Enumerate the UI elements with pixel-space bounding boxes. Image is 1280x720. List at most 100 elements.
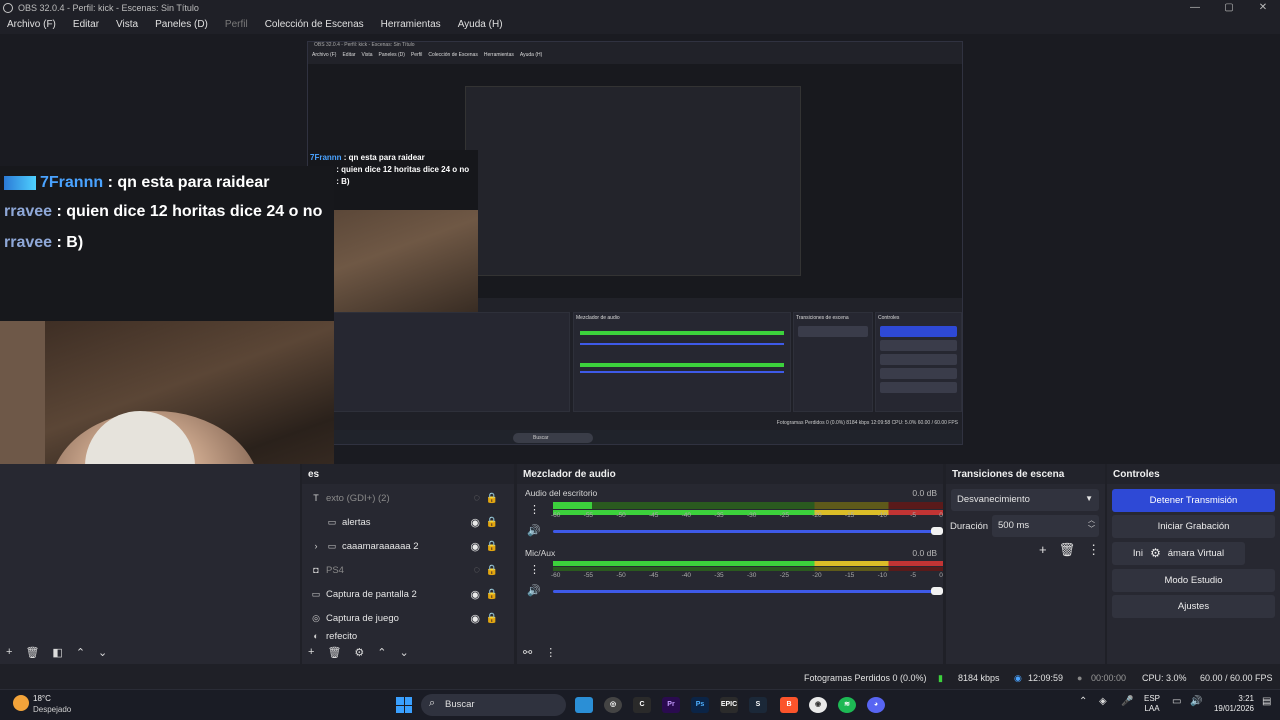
signal-icon: ▮ [938, 673, 943, 683]
settings-button[interactable]: Ajustes [1112, 595, 1275, 618]
spotify-icon[interactable]: ≋ [838, 697, 856, 713]
minimize-button[interactable]: — [1178, 0, 1212, 15]
source-item[interactable]: ▭ Captura de pantalla 2 ◉ 🔒 [310, 583, 510, 605]
lock-icon[interactable]: 🔒 [486, 613, 498, 624]
transition-selected: Desvanecimiento [957, 494, 1030, 505]
track-name: Mic/Aux [525, 548, 556, 558]
obs-icon[interactable]: ◎ [604, 697, 622, 713]
add-source-icon[interactable]: + [308, 646, 314, 658]
menu-edit[interactable]: Editar [73, 19, 99, 30]
nested-transitions-dock: Transiciones de escena [793, 312, 873, 412]
track-menu-icon[interactable]: ⋮ [529, 563, 540, 576]
volume-slider[interactable] [553, 527, 943, 535]
remove-transition-icon[interactable]: 🗑 [1059, 542, 1076, 558]
menu-docks[interactable]: Paneles (D) [155, 19, 208, 30]
visibility-icon[interactable]: ◉ [470, 588, 480, 601]
virtual-camera-settings-gear-icon[interactable]: ⚙ [1143, 542, 1168, 565]
volume-slider[interactable] [553, 587, 943, 595]
clock[interactable]: 3:21 19/01/2026 [1210, 694, 1254, 714]
nested-preview-capture: OBS 32.0.4 - Perfil: kick - Escenas: Sin… [307, 41, 963, 445]
epic-games-icon[interactable]: EPIC [720, 697, 738, 713]
visibility-off-icon[interactable]: ◌ [473, 492, 480, 504]
virtual-camera-button[interactable]: Iniciar Cámara Virtual [1112, 542, 1245, 565]
menu-tools[interactable]: Herramientas [381, 19, 441, 30]
menu-profile[interactable]: Perfil [225, 19, 248, 30]
visibility-off-icon[interactable]: ◌ [473, 564, 480, 576]
menu-view[interactable]: Vista [116, 19, 138, 30]
transition-tools: + 🗑 ⋮ [1039, 542, 1100, 558]
add-scene-icon[interactable]: + [6, 646, 12, 658]
move-down-icon[interactable]: ⌄ [98, 646, 107, 659]
record-time: 00:00:00 [1091, 673, 1127, 683]
spin-buttons-icon[interactable]: ︿ ﹀ [1088, 516, 1095, 534]
start-recording-button[interactable]: Iniciar Grabación [1112, 515, 1275, 538]
maximize-button[interactable]: ▢ [1212, 0, 1246, 15]
track-menu-icon[interactable]: ⋮ [529, 503, 540, 516]
expand-icon[interactable]: › [310, 541, 322, 551]
photoshop-icon[interactable]: Ps [691, 697, 709, 713]
weather-icon[interactable] [13, 695, 29, 711]
nested-menu-item: Ayuda (H) [519, 52, 543, 58]
source-item[interactable]: ▭ alertas ◉ 🔒 [310, 511, 510, 533]
remove-scene-icon[interactable]: 🗑 [25, 646, 39, 659]
source-label: Captura de juego [326, 612, 399, 624]
add-transition-icon[interactable]: + [1039, 542, 1047, 558]
menu-file[interactable]: Archivo (F) [7, 19, 56, 30]
transition-menu-icon[interactable]: ⋮ [1087, 542, 1100, 558]
nested-menu-item: Paneles (D) [378, 52, 405, 58]
lock-icon[interactable]: 🔒 [486, 493, 498, 504]
volume-slider-handle[interactable] [931, 587, 943, 595]
visibility-icon[interactable]: ◉ [470, 612, 480, 625]
premiere-icon[interactable]: Pr [662, 697, 680, 713]
advanced-audio-icon[interactable]: ⚯ [523, 646, 532, 659]
app-icon-c[interactable]: C [633, 697, 651, 713]
mixer-menu-icon[interactable]: ⋮ [545, 646, 556, 659]
source-properties-icon[interactable]: ⚙ [354, 646, 364, 659]
lock-icon[interactable]: 🔒 [486, 541, 498, 552]
source-item[interactable]: ◘ PS4 ◌ 🔒 [310, 559, 510, 581]
volume-icon[interactable]: 🔊 [1190, 696, 1202, 707]
brave-icon[interactable]: B [780, 697, 798, 713]
menu-help[interactable]: Ayuda (H) [458, 19, 503, 30]
preview-canvas[interactable]: OBS 32.0.4 - Perfil: kick - Escenas: Sin… [0, 34, 1280, 564]
lock-icon[interactable]: 🔒 [486, 589, 498, 600]
scene-filter-icon[interactable]: ◧ [52, 646, 62, 659]
discord-icon[interactable]: ◕ [867, 697, 885, 713]
move-up-icon[interactable]: ⌃ [76, 646, 85, 659]
speaker-icon[interactable]: 🔊 [527, 584, 541, 597]
visibility-icon[interactable]: ◉ [470, 540, 480, 553]
steam-icon[interactable]: S [749, 697, 767, 713]
visibility-icon[interactable]: ◉ [470, 516, 480, 529]
volume-slider-handle[interactable] [931, 527, 943, 535]
windows-taskbar: 18°C Despejado ⌕ Buscar ◎ C Pr Ps EPIC S… [0, 689, 1280, 720]
tray-app-icon[interactable]: ◈ [1099, 696, 1107, 707]
menu-scene-collection[interactable]: Colección de Escenas [265, 19, 364, 30]
microphone-icon[interactable]: 🎤 [1121, 696, 1133, 707]
stop-stream-button[interactable]: Detener Transmisión [1112, 489, 1275, 512]
source-item[interactable]: T exto (GDI+) (2) ◌ 🔒 [310, 487, 510, 509]
sources-header: es [302, 464, 514, 484]
lock-icon[interactable]: 🔒 [486, 565, 498, 576]
mixer-track-mic: Mic/Aux 0.0 dB ⋮ -60 -55 -50 -45 -40 -35 -30 -2… [525, 548, 943, 598]
speaker-icon[interactable]: 🔊 [527, 524, 541, 537]
transition-select[interactable]: Desvanecimiento ▼ [951, 489, 1099, 511]
remove-source-icon[interactable]: 🗑 [327, 646, 341, 659]
source-item[interactable]: › ▭ caaamaraaaaaa 2 ◉ 🔒 [310, 535, 510, 557]
studio-mode-button[interactable]: Modo Estudio [1112, 569, 1275, 592]
chrome-icon[interactable]: ◉ [809, 697, 827, 713]
tray-chevron-icon[interactable]: ⌃ [1079, 696, 1087, 707]
notification-icon[interactable]: ▤ [1262, 696, 1271, 707]
scenes-dock: + 🗑 ◧ ⌃ ⌄ [0, 464, 300, 664]
lock-icon[interactable]: 🔒 [486, 517, 498, 528]
network-icon[interactable]: ▭ [1172, 696, 1181, 707]
move-down-icon[interactable]: ⌄ [400, 646, 409, 659]
move-up-icon[interactable]: ⌃ [377, 646, 386, 659]
source-item[interactable]: ◎ Captura de juego ◉ 🔒 [310, 607, 510, 629]
nested-taskbar: Buscar [308, 430, 962, 444]
close-button[interactable]: ✕ [1246, 0, 1280, 15]
start-button-icon[interactable] [396, 697, 412, 713]
duration-input[interactable]: 500 ms ︿ ﹀ [992, 515, 1099, 537]
app-icon-monitor[interactable] [575, 697, 593, 713]
taskbar-search[interactable]: ⌕ Buscar [421, 694, 566, 716]
language-indicator[interactable]: ESP LAA [1144, 694, 1160, 714]
